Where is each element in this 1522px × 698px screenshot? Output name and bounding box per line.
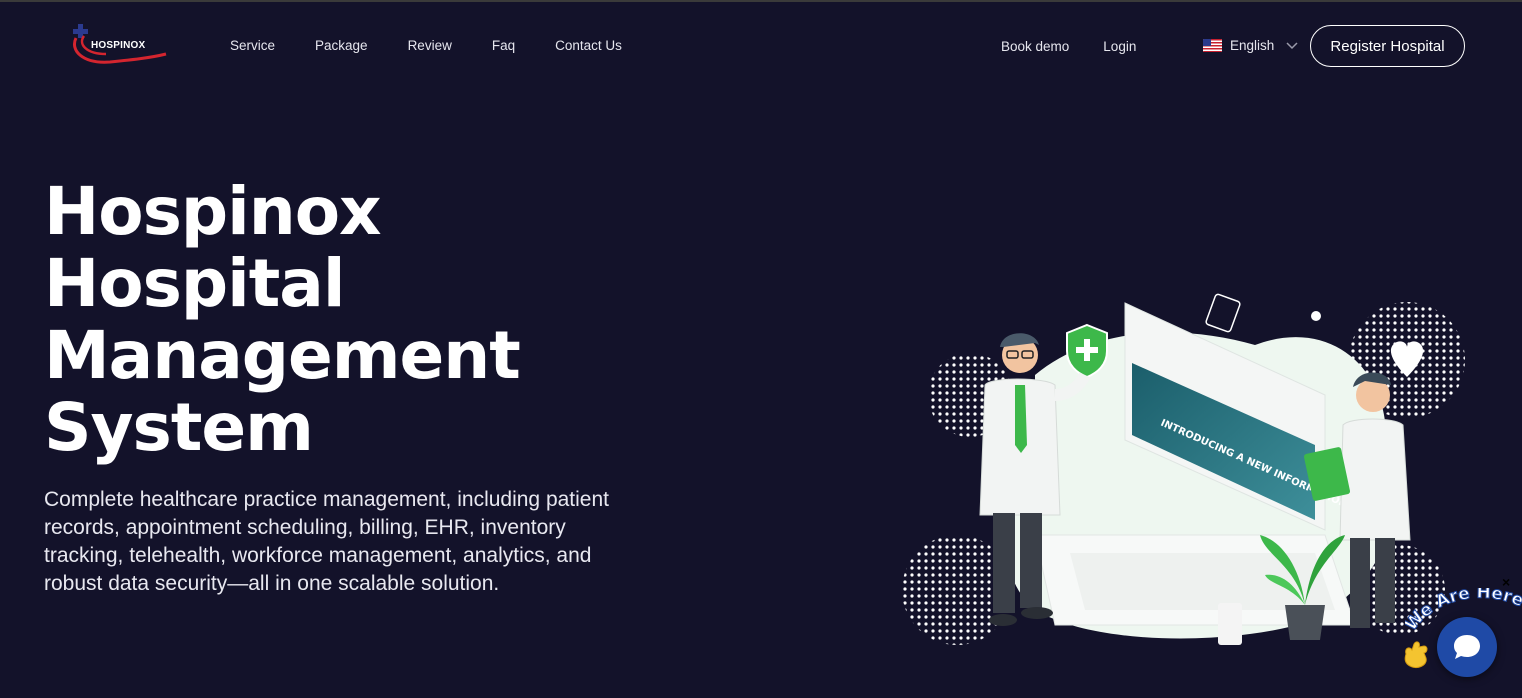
language-label: English: [1230, 38, 1275, 53]
nav-contact-us[interactable]: Contact Us: [555, 38, 622, 53]
chat-bubble-icon: [1454, 635, 1480, 659]
chevron-down-icon: [1286, 41, 1298, 49]
chat-launcher-button[interactable]: [1437, 617, 1497, 677]
hero-title-line: Hospinox: [44, 173, 382, 250]
account-nav: Book demo Login: [1001, 39, 1136, 54]
hero-title-line: Management: [44, 317, 521, 394]
waving-hand-icon: [1404, 641, 1428, 669]
hero-title: Hospinox Hospital Management System: [44, 176, 644, 464]
register-hospital-button[interactable]: Register Hospital: [1310, 25, 1465, 67]
pill-card-icon: [1205, 293, 1241, 333]
hero-description: Complete healthcare practice management,…: [44, 488, 610, 595]
hero-illustration: INTRODUCING A NEW INFORMATION SYSTEM: [895, 285, 1475, 655]
main-nav: Service Package Review Faq Contact Us: [230, 38, 622, 53]
us-flag-icon: [1203, 39, 1222, 52]
nav-package[interactable]: Package: [315, 38, 368, 53]
hero-title-line: Hospital: [44, 245, 345, 322]
logo-text: HOSPINOX: [91, 40, 146, 51]
login-link[interactable]: Login: [1103, 39, 1136, 54]
language-selector[interactable]: English: [1203, 38, 1298, 53]
nav-faq[interactable]: Faq: [492, 38, 515, 53]
nav-service[interactable]: Service: [230, 38, 275, 53]
hero-title-line: System: [44, 389, 314, 466]
book-demo-link[interactable]: Book demo: [1001, 39, 1069, 54]
window-top-border: [0, 0, 1522, 2]
nav-review[interactable]: Review: [408, 38, 452, 53]
